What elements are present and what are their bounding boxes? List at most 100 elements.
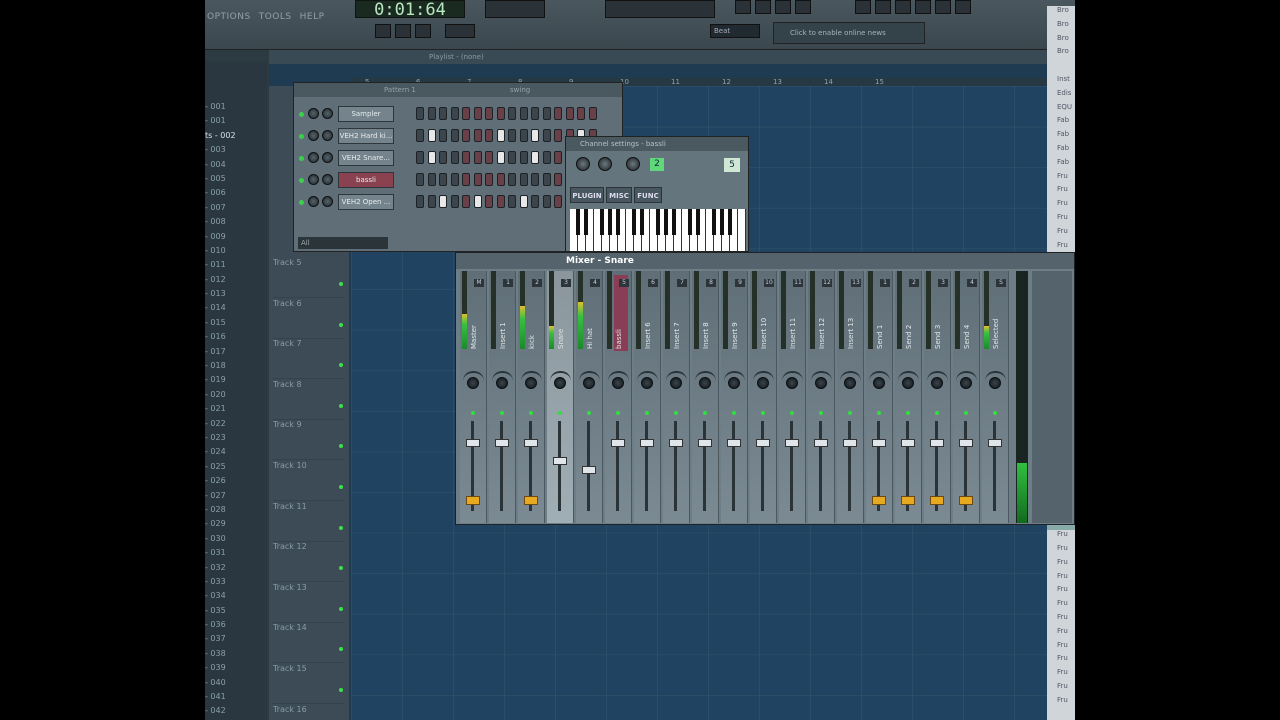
pattern-item[interactable]: - 023	[205, 433, 267, 447]
strip-enable-led[interactable]	[935, 411, 939, 415]
strip-enable-led[interactable]	[790, 411, 794, 415]
step-button[interactable]	[473, 107, 482, 120]
pattern-item[interactable]: - 039	[205, 663, 267, 677]
mixer-strip[interactable]: Hi hat 4	[576, 271, 603, 523]
step-button[interactable]	[565, 107, 574, 120]
pattern-name[interactable]: Pattern 1	[384, 86, 416, 94]
track-header[interactable]: Track 16	[273, 705, 345, 720]
tab-func[interactable]: FUNC	[634, 187, 662, 203]
step-button[interactable]	[485, 107, 493, 120]
step-button[interactable]	[439, 107, 447, 120]
pattern-item[interactable]: - 021	[205, 404, 267, 418]
step-button[interactable]	[542, 129, 551, 142]
step-button[interactable]	[542, 195, 551, 208]
track-header[interactable]: Track 9	[273, 420, 345, 461]
fx-track-selector[interactable]: 5	[724, 158, 740, 172]
strip-fader-handle[interactable]	[785, 439, 799, 447]
plugin-list-item[interactable]: Fru	[1047, 599, 1075, 613]
piano-black-key[interactable]	[600, 209, 604, 235]
strip-pan-knob[interactable]	[902, 377, 914, 389]
channel-mute-led[interactable]	[299, 200, 304, 205]
strip-enable-led[interactable]	[645, 411, 649, 415]
pattern-item[interactable]: - 032	[205, 563, 267, 577]
piano-black-key[interactable]	[608, 209, 612, 235]
plugin-list-item[interactable]: Fru	[1047, 641, 1075, 655]
strip-send-button[interactable]	[959, 496, 973, 505]
step-button[interactable]	[439, 151, 447, 164]
step-button[interactable]	[554, 195, 562, 208]
strip-pan-knob[interactable]	[786, 377, 798, 389]
strip-fader-handle[interactable]	[669, 439, 683, 447]
channel-volume-knob[interactable]	[322, 174, 333, 185]
pattern-item[interactable]: - 038	[205, 649, 267, 663]
plugin-list-item[interactable]: Bro	[1047, 6, 1075, 20]
track-header[interactable]: Track 13	[273, 583, 345, 623]
pattern-item[interactable]: - 035	[205, 606, 267, 620]
channel-name-button[interactable]: VEH2 Hard ki...	[338, 128, 394, 144]
step-button[interactable]	[416, 129, 424, 142]
mixer-strip[interactable]: Send 3 3	[924, 271, 951, 523]
channel-mute-led[interactable]	[299, 134, 304, 139]
plugin-list-item[interactable]: Fab	[1047, 144, 1075, 158]
step-button[interactable]	[427, 173, 436, 186]
pitch-knob[interactable]	[626, 157, 640, 171]
mixer-strip[interactable]: Insert 8 8	[692, 271, 719, 523]
channel-volume-knob[interactable]	[322, 108, 333, 119]
strip-pan-knob[interactable]	[873, 377, 885, 389]
plugin-list-item[interactable]: Fru	[1047, 696, 1075, 710]
plugin-list-item[interactable]: Fru	[1047, 172, 1075, 186]
piano-black-key[interactable]	[720, 209, 724, 235]
piano-black-key[interactable]	[728, 209, 732, 235]
tempo-display[interactable]	[445, 24, 475, 38]
plugin-list-item[interactable]: Fru	[1047, 627, 1075, 641]
strip-send-button[interactable]	[930, 496, 944, 505]
pattern-item[interactable]: ts - 002	[205, 131, 267, 145]
strip-pan-knob[interactable]	[815, 377, 827, 389]
strip-fader-handle[interactable]	[640, 439, 654, 447]
strip-enable-led[interactable]	[848, 411, 852, 415]
mixer-strip[interactable]: Insert 13 13	[837, 271, 864, 523]
plugin-list-item[interactable]: Bro	[1047, 34, 1075, 48]
pattern-item[interactable]: - 030	[205, 534, 267, 548]
step-button[interactable]	[519, 195, 528, 208]
plugin-list-item[interactable]: Inst	[1047, 75, 1075, 89]
strip-enable-led[interactable]	[471, 411, 475, 415]
strip-fader-handle[interactable]	[727, 439, 741, 447]
strip-pan-knob[interactable]	[583, 377, 595, 389]
piano-keyboard[interactable]	[570, 209, 746, 251]
step-button[interactable]	[519, 129, 528, 142]
plugin-list-item[interactable]: Fru	[1047, 613, 1075, 627]
step-button[interactable]	[416, 107, 424, 120]
pattern-item[interactable]: - 020	[205, 390, 267, 404]
plugin-list-item[interactable]: Bro	[1047, 20, 1075, 34]
mixer-effects-panel[interactable]	[1032, 271, 1072, 523]
step-button[interactable]	[554, 107, 562, 120]
step-button[interactable]	[485, 195, 493, 208]
step-button[interactable]	[473, 173, 482, 186]
step-button[interactable]	[496, 173, 505, 186]
channel-filter[interactable]: All	[298, 237, 388, 249]
toolbar-icon-8[interactable]	[915, 0, 931, 14]
strip-pan-knob[interactable]	[641, 377, 653, 389]
track-mute-led[interactable]	[339, 566, 343, 571]
mixer-strip[interactable]: Insert 1 1	[489, 271, 516, 523]
track-mute-led[interactable]	[339, 688, 343, 692]
mixer-strip[interactable]: bassli 5	[605, 271, 632, 523]
mixer-strip[interactable]: Insert 9 9	[721, 271, 748, 523]
toolbar-icon-5[interactable]	[855, 0, 871, 14]
help-icon[interactable]	[955, 0, 971, 14]
step-button[interactable]	[427, 195, 436, 208]
plugin-list-item[interactable]: Bro	[1047, 47, 1075, 61]
track-mute-led[interactable]	[339, 525, 343, 530]
strip-enable-led[interactable]	[703, 411, 707, 415]
step-button[interactable]	[462, 107, 470, 120]
step-button[interactable]	[519, 107, 528, 120]
pattern-item[interactable]: - 012	[205, 275, 267, 289]
step-button[interactable]	[577, 107, 585, 120]
strip-fader-handle[interactable]	[524, 439, 538, 447]
pattern-item[interactable]: - 041	[205, 692, 267, 706]
strip-fader-handle[interactable]	[814, 439, 828, 447]
step-button[interactable]	[450, 151, 459, 164]
channel-pan-knob[interactable]	[308, 196, 319, 207]
step-button[interactable]	[531, 151, 539, 164]
